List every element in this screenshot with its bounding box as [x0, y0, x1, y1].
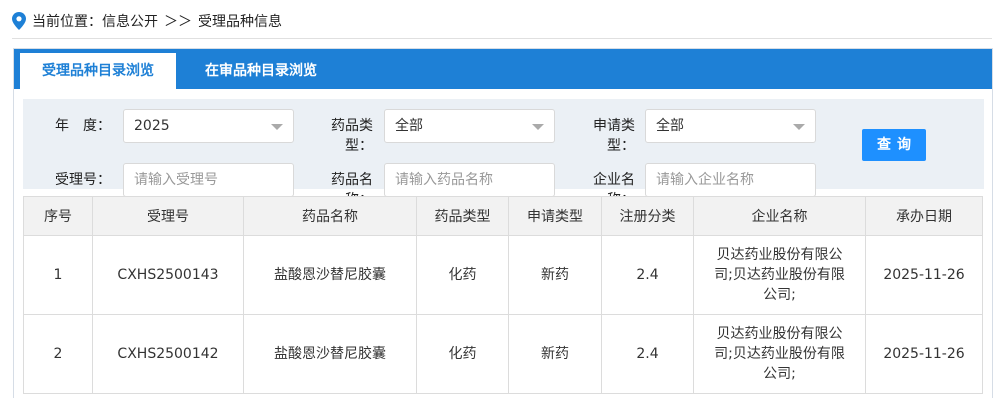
cell-drug-type: 化药: [416, 235, 509, 315]
drug-type-select[interactable]: 全部: [384, 109, 555, 143]
drug-name-label: 药品名: [331, 172, 373, 188]
breadcrumb-separator: ＞＞: [164, 14, 192, 30]
breadcrumb: 当前位置： 信息公开 ＞＞ 受理品种信息: [12, 10, 282, 32]
cell-reg-class: 2.4: [601, 314, 694, 394]
column-header-no: 序号: [23, 196, 93, 236]
company-label: 企业名: [593, 172, 635, 188]
chevron-down-icon: [793, 124, 805, 130]
drug-type-select-value: 全部: [395, 118, 423, 134]
table-row[interactable]: 2 CXHS2500142 盐酸恩沙替尼胶囊 化药 新药 2.4 贝达药业股份有…: [23, 314, 983, 394]
cell-apply-type: 新药: [508, 235, 602, 315]
chevron-down-icon: [532, 124, 544, 130]
apply-type-select-value: 全部: [656, 118, 684, 134]
drug-type-label-cont: 型：: [345, 138, 373, 154]
table-header-row: 序号 受理号 药品名称 药品类型 申请类型 注册分类 企业名称 承办日期: [23, 196, 983, 236]
breadcrumb-divider: [12, 38, 992, 39]
company-text: 贝达药业股份有限公司;贝达药业股份有限公司;: [714, 326, 845, 382]
company-text: 贝达药业股份有限公司;贝达药业股份有限公司;: [714, 247, 845, 303]
query-button[interactable]: 查询: [862, 129, 926, 161]
cell-accept-no: CXHS2500142: [92, 314, 244, 394]
year-label: 年 度：: [55, 118, 111, 134]
column-header-drug-type: 药品类型: [416, 196, 509, 236]
cell-drug-name: 盐酸恩沙替尼胶囊: [243, 235, 417, 315]
results-table: 序号 受理号 药品名称 药品类型 申请类型 注册分类 企业名称 承办日期 1 C…: [23, 196, 983, 394]
chevron-down-icon: [271, 124, 283, 130]
drug-type-label: 药品类: [331, 118, 373, 134]
tab-bar: 受理品种目录浏览 在审品种目录浏览: [14, 49, 992, 89]
column-header-accept-no: 受理号: [92, 196, 244, 236]
tab-under-review-catalog[interactable]: 在审品种目录浏览: [186, 53, 336, 89]
column-header-reg-class: 注册分类: [601, 196, 694, 236]
tab-accepted-catalog[interactable]: 受理品种目录浏览: [20, 53, 176, 89]
cell-company: 贝达药业股份有限公司;贝达药业股份有限公司;: [693, 235, 866, 315]
drug-name-input[interactable]: 请输入药品名称: [384, 163, 555, 197]
cell-date: 2025-11-26: [865, 314, 983, 394]
year-select-value: 2025: [134, 118, 170, 134]
cell-no: 1: [23, 235, 93, 315]
table-row[interactable]: 1 CXHS2500143 盐酸恩沙替尼胶囊 化药 新药 2.4 贝达药业股份有…: [23, 235, 983, 315]
apply-type-label-cont: 型：: [607, 138, 635, 154]
cell-drug-type: 化药: [416, 314, 509, 394]
column-header-company: 企业名称: [693, 196, 866, 236]
cell-drug-name: 盐酸恩沙替尼胶囊: [243, 314, 417, 394]
accept-no-input[interactable]: 请输入受理号: [123, 163, 294, 197]
column-header-drug-name: 药品名称: [243, 196, 417, 236]
cell-apply-type: 新药: [508, 314, 602, 394]
breadcrumb-section[interactable]: 信息公开: [102, 11, 158, 31]
cell-company: 贝达药业股份有限公司;贝达药业股份有限公司;: [693, 314, 866, 394]
column-header-date: 承办日期: [865, 196, 983, 236]
year-select[interactable]: 2025: [123, 109, 294, 143]
accept-no-label: 受理号：: [55, 172, 111, 188]
apply-type-label: 申请类: [593, 118, 635, 134]
breadcrumb-prefix: 当前位置：: [32, 14, 102, 30]
cell-date: 2025-11-26: [865, 235, 983, 315]
cell-no: 2: [23, 314, 93, 394]
location-pin-icon: [12, 12, 26, 30]
breadcrumb-current: 受理品种信息: [198, 14, 282, 30]
column-header-apply-type: 申请类型: [508, 196, 602, 236]
company-input[interactable]: 请输入企业名称: [645, 163, 816, 197]
cell-accept-no: CXHS2500143: [92, 235, 244, 315]
cell-reg-class: 2.4: [601, 235, 694, 315]
apply-type-select[interactable]: 全部: [645, 109, 816, 143]
